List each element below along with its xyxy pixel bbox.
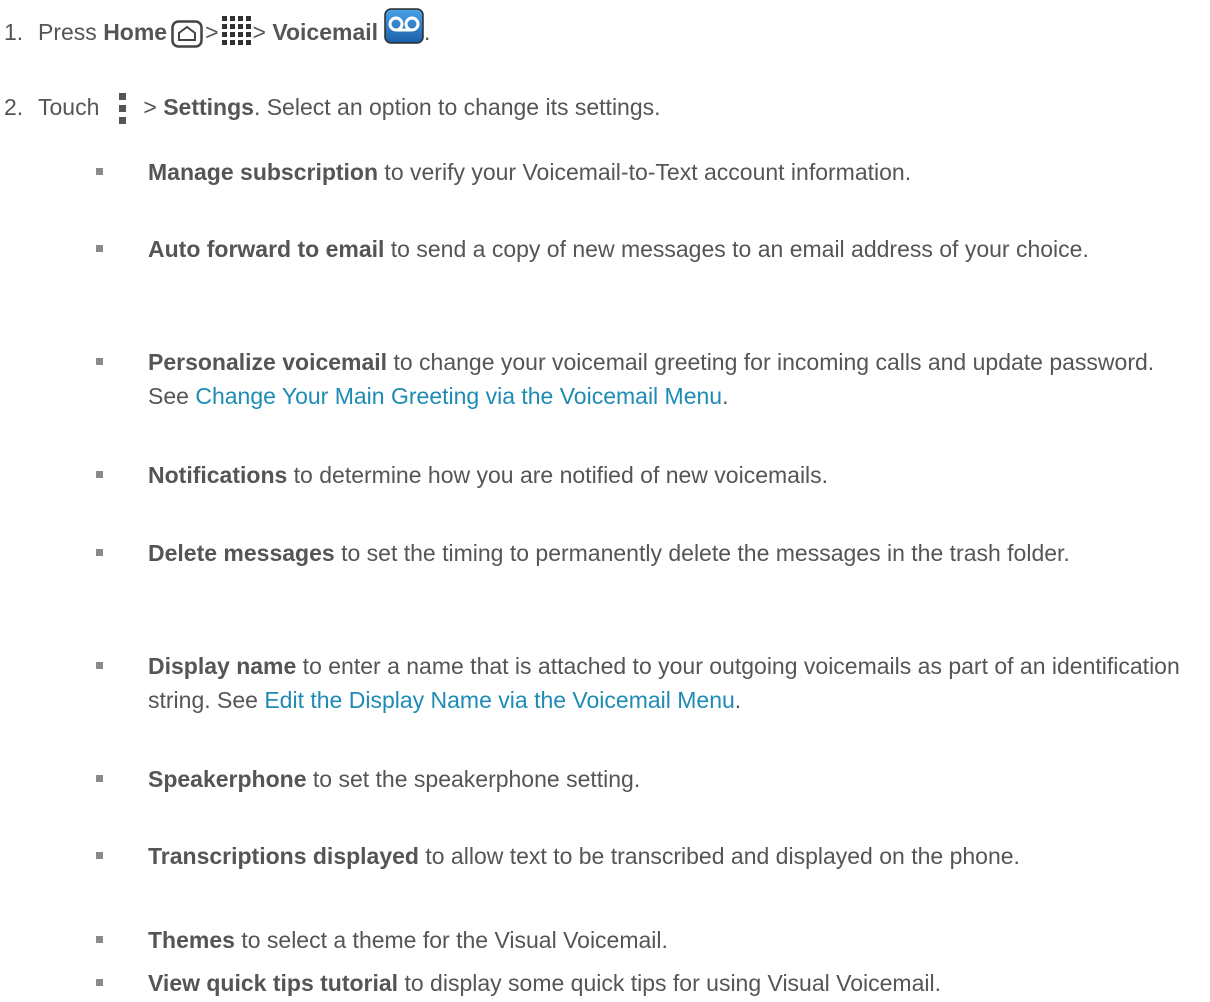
change-greeting-link[interactable]: Change Your Main Greeting via the Voicem… — [195, 383, 722, 409]
list-item: Manage subscription to verify your Voice… — [96, 155, 1198, 189]
settings-label: Settings — [163, 94, 254, 121]
bullet-icon — [96, 549, 103, 556]
bullet-icon — [96, 358, 103, 365]
bullet-icon — [96, 662, 103, 669]
option-term: Themes — [148, 927, 235, 953]
list-item: Display name to enter a name that is att… — [96, 649, 1198, 717]
option-term: Auto forward to email — [148, 236, 385, 262]
option-term: Speakerphone — [148, 766, 307, 792]
menu-dots-icon — [119, 93, 127, 124]
option-period: . — [734, 687, 742, 713]
step-separator: > — [252, 19, 266, 46]
home-key-icon — [171, 20, 203, 48]
step-text-rest: . Select an option to change its setting… — [253, 94, 661, 121]
document-page: 1. Press Home > > Voicemail . 2. Touch >… — [0, 0, 1210, 1002]
bullet-icon — [96, 979, 103, 986]
bullet-icon — [96, 775, 103, 782]
step-2: 2. Touch > Settings. Select an option to … — [4, 92, 661, 126]
option-description: to send a copy of new messages to an ema… — [384, 236, 1089, 262]
bullet-icon — [96, 852, 103, 859]
option-term: Delete messages — [148, 540, 335, 566]
list-item: Transcriptions displayed to allow text t… — [96, 839, 1198, 873]
step-text-touch: Touch — [38, 94, 100, 121]
list-item: View quick tips tutorial to display some… — [96, 966, 1198, 1000]
option-term: Notifications — [148, 462, 288, 488]
list-item: Speakerphone to set the speakerphone set… — [96, 762, 1198, 796]
option-term: View quick tips tutorial — [148, 970, 399, 996]
option-description: to verify your Voicemail-to-Text account… — [378, 159, 912, 185]
step-text-press: Press — [38, 19, 97, 46]
option-term: Manage subscription — [148, 159, 379, 185]
option-description: to determine how you are notified of new… — [287, 462, 829, 488]
list-item: Personalize voicemail to change your voi… — [96, 345, 1198, 413]
option-description: to allow text to be transcribed and disp… — [418, 843, 1020, 869]
option-description: to select a theme for the Visual Voicema… — [234, 927, 668, 953]
option-term: Display name — [148, 653, 297, 679]
apps-grid-icon — [221, 16, 251, 45]
home-label: Home — [103, 19, 168, 46]
option-period: . — [722, 383, 729, 409]
list-item: Themes to select a theme for the Visual … — [96, 923, 1198, 957]
step-number: 1. — [4, 19, 24, 46]
voicemail-label: Voicemail — [272, 19, 379, 46]
option-term: Personalize voicemail — [148, 349, 388, 375]
bullet-icon — [96, 471, 103, 478]
option-description: to display some quick tips for using Vis… — [398, 970, 941, 996]
list-item: Notifications to determine how you are n… — [96, 458, 1198, 492]
bullet-icon — [96, 936, 103, 943]
option-description: to set the timing to permanently delete … — [334, 540, 1070, 566]
bullet-icon — [96, 245, 103, 252]
step-separator: > — [205, 19, 219, 46]
step-1: 1. Press Home > > Voicemail . — [4, 8, 431, 52]
list-item: Delete messages to set the timing to per… — [96, 536, 1198, 570]
list-item: Auto forward to email to send a copy of … — [96, 232, 1198, 266]
step-period: . — [424, 19, 431, 46]
step-number: 2. — [4, 94, 24, 121]
voicemail-app-icon — [384, 8, 424, 44]
step-separator: > — [143, 94, 157, 121]
option-description: to set the speakerphone setting. — [306, 766, 641, 792]
bullet-icon — [96, 168, 103, 175]
edit-display-name-link[interactable]: Edit the Display Name via the Voicemail … — [264, 687, 734, 713]
option-term: Transcriptions displayed — [148, 843, 419, 869]
